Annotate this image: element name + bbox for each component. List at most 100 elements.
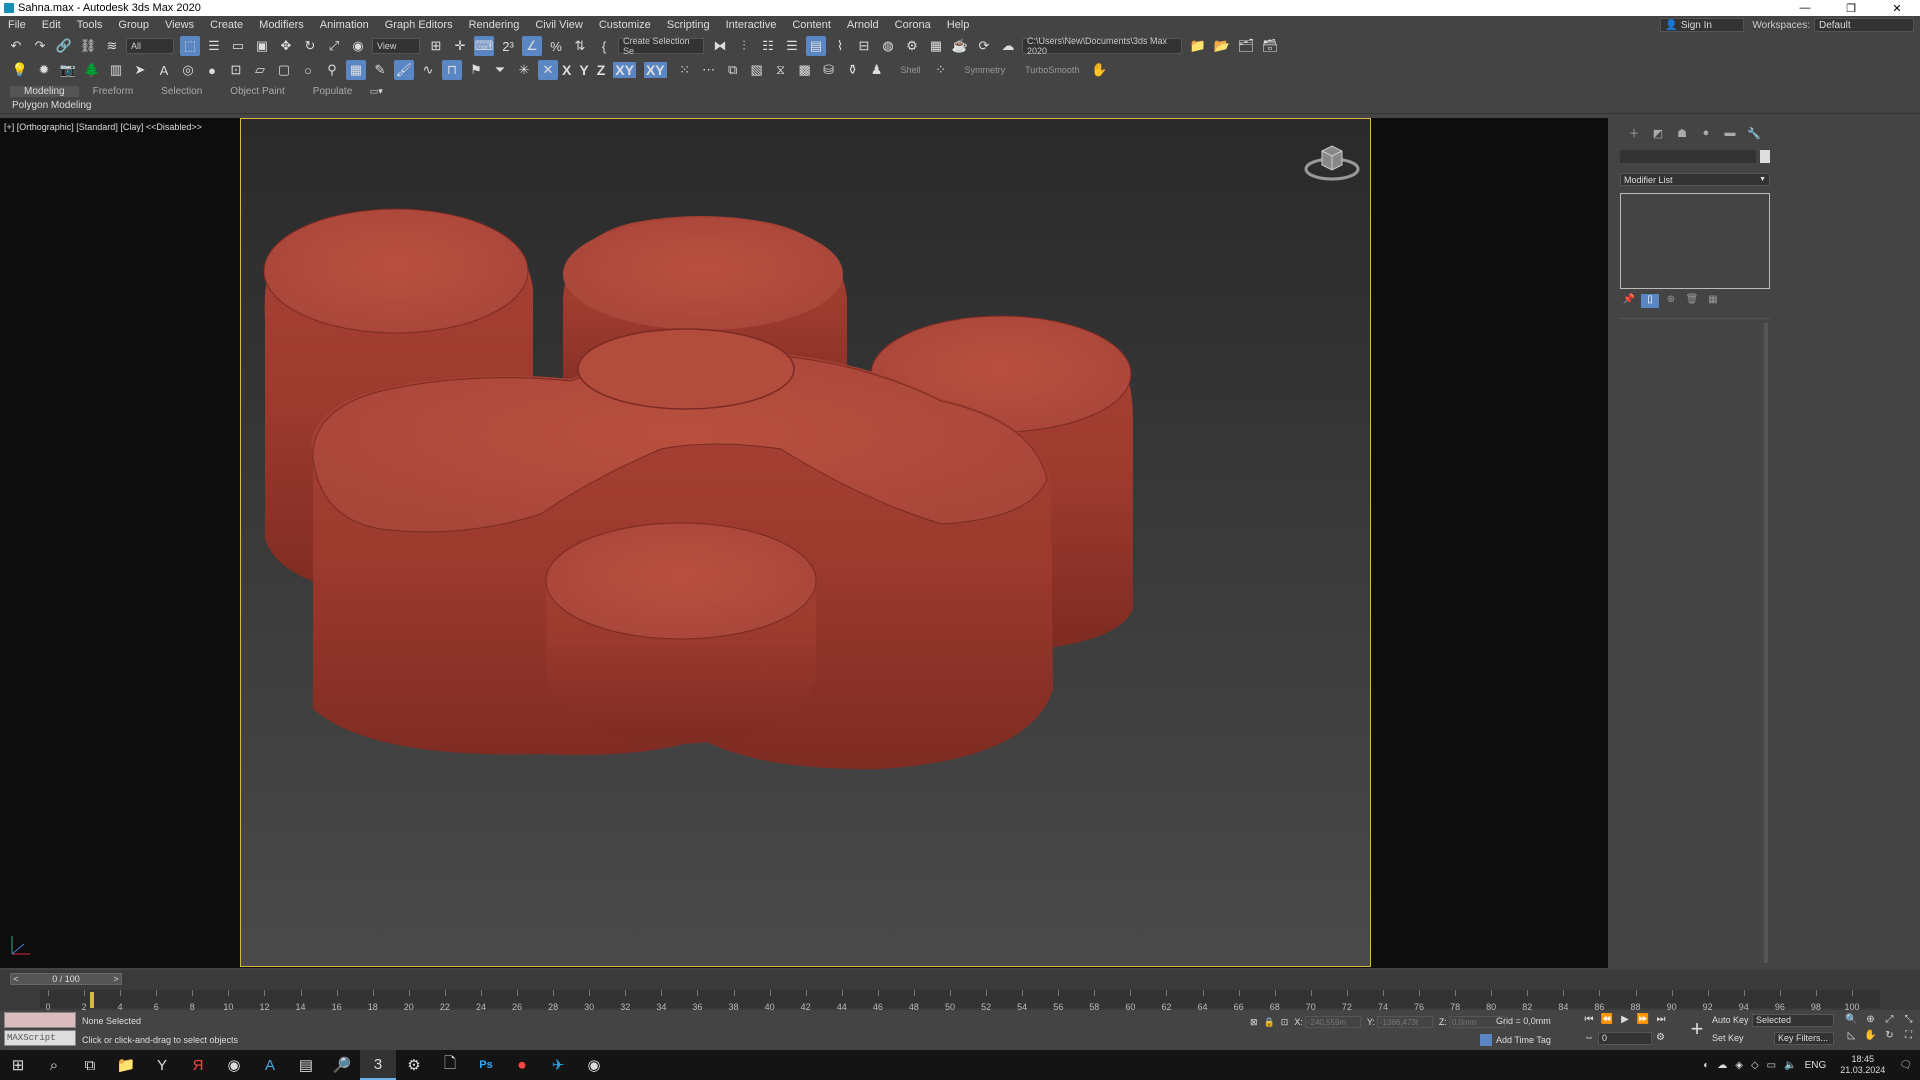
bind-spacewarp-icon[interactable]: ≋ (102, 36, 122, 56)
chrome-icon[interactable]: ◉ (216, 1050, 252, 1080)
mirror-icon[interactable]: ⧓ (710, 36, 730, 56)
menu-create[interactable]: Create (202, 19, 251, 31)
notepad-icon[interactable]: 🗋 (432, 1050, 468, 1080)
orbit-icon[interactable]: ↻ (1880, 1030, 1899, 1046)
3dsmax-taskbar-icon[interactable]: 3 (360, 1050, 396, 1080)
lamp-icon[interactable]: ⚱ (843, 60, 863, 80)
autocad-icon[interactable]: A (252, 1050, 288, 1080)
viewcube[interactable] (1304, 141, 1360, 183)
current-frame-field[interactable]: 0 (1598, 1032, 1652, 1045)
utilities-tab-icon[interactable]: 🔧 (1742, 126, 1766, 140)
steam-icon[interactable]: ⚙ (396, 1050, 432, 1080)
light-icon[interactable]: 💡 (10, 60, 30, 80)
file-explorer-icon[interactable]: 📁 (108, 1050, 144, 1080)
pointer-icon[interactable]: ➤ (130, 60, 150, 80)
modifier-stack[interactable] (1620, 193, 1770, 289)
axis-x-button[interactable]: X (562, 62, 571, 78)
menu-animation[interactable]: Animation (312, 19, 377, 31)
auto-key-button[interactable]: Auto Key (1712, 1015, 1749, 1025)
snapshot-icon[interactable]: ▧ (747, 60, 767, 80)
zoom-all-icon[interactable]: ⊕ (1861, 1014, 1880, 1030)
spacing-icon[interactable]: ⋯ (699, 60, 719, 80)
telegram-icon[interactable]: ✈ (540, 1050, 576, 1080)
torus-icon[interactable]: ◎ (178, 60, 198, 80)
tab-selection[interactable]: Selection (147, 86, 216, 97)
tab-modeling[interactable]: Modeling (10, 85, 79, 97)
symmetry-icon[interactable]: ⁘ (931, 60, 951, 80)
align-icon[interactable]: ⫶ (734, 36, 754, 56)
maxscript-mini-listener[interactable]: MAXScript Mi: (4, 1030, 76, 1058)
zoom-icon[interactable]: 🔍 (1842, 1014, 1861, 1030)
axis-z-button[interactable]: Z (597, 62, 606, 78)
menu-graph-editors[interactable]: Graph Editors (377, 19, 461, 31)
menu-file[interactable]: File (0, 19, 34, 31)
window-crossing-icon[interactable]: ▣ (252, 36, 272, 56)
network-icon[interactable]: ▭ (1767, 1060, 1776, 1071)
key-selection-dropdown[interactable]: Selected (1752, 1014, 1834, 1027)
axis-y-button[interactable]: Y (579, 62, 588, 78)
render-setup-icon[interactable]: ⚙ (902, 36, 922, 56)
language-indicator[interactable]: ENG (1805, 1060, 1827, 1071)
notifications-icon[interactable]: 🗨 (1899, 1060, 1912, 1071)
start-icon[interactable]: ⊞ (0, 1050, 36, 1080)
tab-freeform[interactable]: Freeform (79, 86, 148, 97)
tray-app-2-icon[interactable]: ◇ (1751, 1060, 1759, 1071)
previous-frame-icon[interactable]: ⏪ (1598, 1014, 1616, 1025)
photoshop-icon[interactable]: Ps (468, 1050, 504, 1080)
go-to-start-icon[interactable]: ⏮ (1580, 1014, 1598, 1025)
curve-editor-icon[interactable]: ⌇ (830, 36, 850, 56)
menu-edit[interactable]: Edit (34, 19, 69, 31)
sphere-icon[interactable]: ● (202, 60, 222, 80)
tree-icon[interactable]: 🌲 (82, 60, 102, 80)
add-time-tag[interactable]: Add Time Tag (1480, 1034, 1551, 1046)
show-end-result-icon[interactable]: ▯ (1641, 294, 1659, 308)
play-icon[interactable]: ▶ (1616, 1014, 1634, 1025)
material-editor-icon[interactable]: ◍ (878, 36, 898, 56)
remove-modifier-icon[interactable]: 🗑 (1683, 294, 1701, 308)
prev-frame-arrow-icon[interactable]: < (11, 974, 21, 985)
bulb-icon[interactable]: ⚲ (322, 60, 342, 80)
text-icon[interactable]: A (154, 60, 174, 80)
y-coordinate-field[interactable]: -1366,473t (1376, 1016, 1433, 1028)
x-coordinate-field[interactable]: -240,559m (1304, 1016, 1361, 1028)
ring-icon[interactable]: ○ (298, 60, 318, 80)
toggle-ribbon-icon[interactable]: ▤ (806, 36, 826, 56)
project-settings-icon[interactable]: 🗃 (1260, 36, 1280, 56)
project-save-icon[interactable]: 🗂 (1236, 36, 1256, 56)
next-frame-arrow-icon[interactable]: > (111, 974, 121, 985)
modify-tab-icon[interactable]: ◩ (1646, 126, 1670, 140)
create-selection-set-dropdown[interactable]: Create Selection Se (618, 36, 704, 56)
render-in-cloud-icon[interactable]: ☁ (998, 36, 1018, 56)
menu-modifiers[interactable]: Modifiers (251, 19, 312, 31)
place-icon[interactable]: ◉ (348, 36, 368, 56)
time-slider[interactable]: < 0 / 100 > (10, 973, 122, 985)
volume-icon[interactable]: 🔈 (1784, 1060, 1796, 1071)
motion-tab-icon[interactable]: ● (1694, 126, 1718, 140)
brush-icon[interactable]: 🖌 (394, 60, 414, 80)
project-path-field[interactable]: C:\Users\New\Documents\3ds Max 2020 (1022, 36, 1182, 56)
menu-civil-view[interactable]: Civil View (527, 19, 590, 31)
select-move-icon[interactable]: ✥ (276, 36, 296, 56)
array-icon[interactable]: ⁙ (675, 60, 695, 80)
undo-icon[interactable]: ↶ (6, 36, 26, 56)
magnet-icon[interactable]: ⊓ (442, 60, 462, 80)
plane-icon[interactable]: ▱ (250, 60, 270, 80)
rendered-frame-window-icon[interactable]: ▦ (926, 36, 946, 56)
key-mode-icon[interactable]: ⇔ (1584, 1032, 1594, 1043)
zoom-extents-icon[interactable]: ⤢ (1880, 1014, 1899, 1030)
select-by-name-icon[interactable]: ☰ (204, 36, 224, 56)
yandex-browser-icon[interactable]: Y (144, 1050, 180, 1080)
magnifier-icon[interactable]: 🔎 (324, 1050, 360, 1080)
set-key-button[interactable]: Set Key (1712, 1033, 1744, 1043)
menu-interactive[interactable]: Interactive (718, 19, 785, 31)
maximize-viewport-icon[interactable]: ⛶ (1899, 1030, 1918, 1046)
menu-views[interactable]: Views (157, 19, 202, 31)
workspace-dropdown[interactable]: Default (1814, 18, 1914, 32)
shell-label[interactable]: Shell (901, 65, 921, 75)
whatsapp-icon[interactable]: ◐ (1703, 1060, 1709, 1071)
sign-in-button[interactable]: 👤 Sign In (1660, 18, 1745, 32)
snaps-toggle-icon[interactable]: 2³ (498, 36, 518, 56)
pouf-front[interactable] (545, 522, 817, 744)
close-button[interactable]: ✕ (1874, 0, 1920, 16)
menu-corona[interactable]: Corona (887, 19, 939, 31)
